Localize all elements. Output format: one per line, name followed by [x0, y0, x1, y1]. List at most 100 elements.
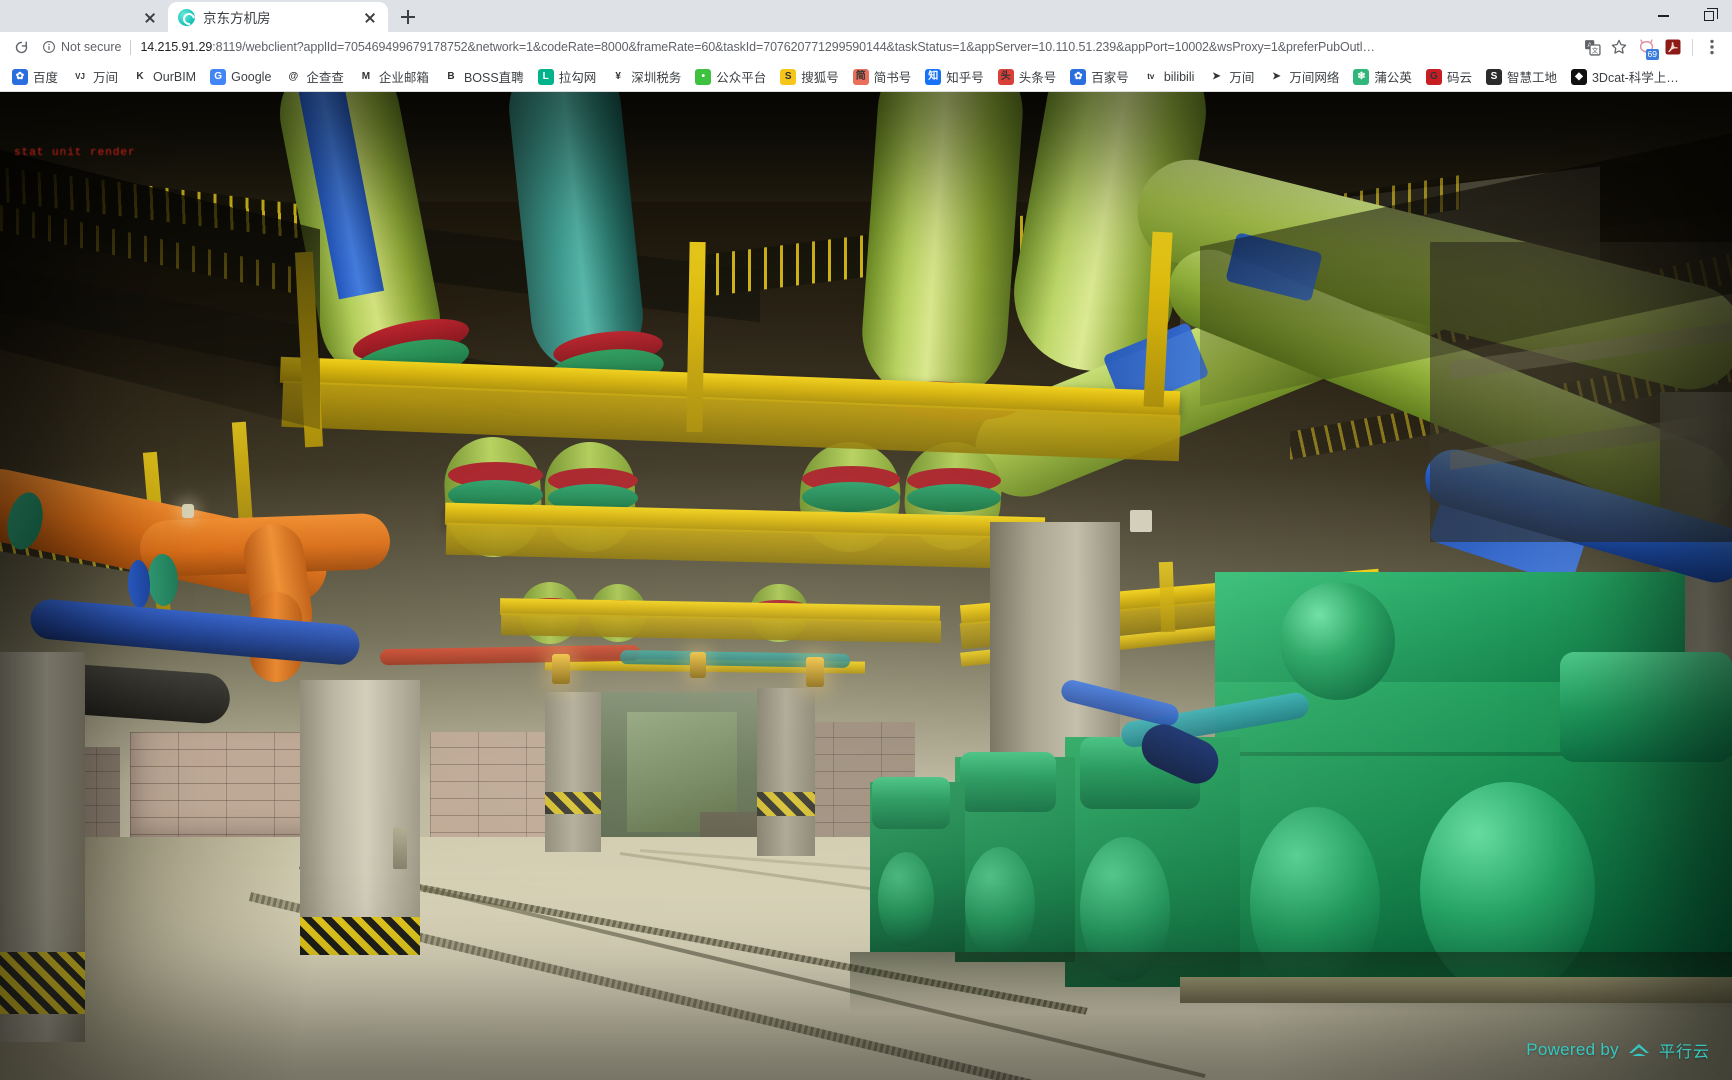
extension-pig-icon[interactable]: 69: [1634, 35, 1659, 60]
bookmark-item[interactable]: ➤ 万间: [1202, 64, 1260, 89]
adobe-acrobat-icon[interactable]: [1661, 35, 1685, 59]
column-hazard-stripe-center-right: [757, 792, 815, 816]
lagou-l-icon: L: [537, 68, 554, 85]
cloud-rendered-3d-scene[interactable]: stat unit render Powered by 平行云: [0, 92, 1732, 1080]
column-outlet-plate-left-mid: [393, 827, 407, 869]
wechat-mp-icon: •: [695, 68, 712, 85]
powered-by-watermark: Powered by 平行云: [1526, 1038, 1710, 1062]
bookmark-label: 万间: [93, 71, 119, 85]
bookmark-item[interactable]: @ 企查查: [279, 64, 350, 89]
bookmark-label: 公众平台: [716, 71, 767, 85]
bookmark-label: 拉勾网: [558, 71, 597, 85]
column-hazard-stripe-left-fg: [0, 952, 85, 1014]
bookmark-item[interactable]: G Google: [204, 66, 277, 88]
bookmark-item[interactable]: L 拉勾网: [532, 64, 603, 89]
gitee-icon: G: [1425, 68, 1442, 85]
bookmark-label: 深圳税务: [631, 71, 682, 85]
wanjian-vj-icon: VJ: [72, 68, 89, 85]
bookmark-label: BOSS直聘: [463, 71, 524, 85]
bilibili-icon: tv: [1142, 68, 1159, 85]
security-status-text: Not secure: [61, 40, 122, 54]
bookmark-item[interactable]: M 企业邮箱: [352, 64, 435, 89]
browser-tab-active[interactable]: 京东方机房: [168, 2, 388, 32]
small-white-equipment-box: [1130, 510, 1152, 532]
sohu-s-icon: S: [780, 68, 797, 85]
url-text: 14.215.91.29:8119/webclient?applId=70546…: [140, 40, 1568, 54]
scene-canvas[interactable]: stat unit render Powered by 平行云: [0, 92, 1732, 1080]
bookmark-item[interactable]: ❄ 蒲公英: [1347, 64, 1418, 89]
more-menu-icon[interactable]: [1700, 35, 1724, 59]
reload-icon: [15, 40, 27, 53]
bookmark-item[interactable]: ➤ 万间网络: [1262, 64, 1345, 89]
browser-tab-inactive[interactable]: at: [0, 2, 168, 32]
close-icon[interactable]: [142, 9, 158, 25]
minimize-button[interactable]: [1640, 0, 1686, 32]
bookmark-label: 百家号: [1091, 71, 1129, 85]
bookmark-label: Google: [231, 69, 272, 84]
new-tab-button[interactable]: [394, 3, 422, 31]
bookmark-label: 智慧工地: [1506, 71, 1557, 85]
shenzhen-tax-icon: ¥: [610, 68, 627, 85]
bookmark-label: 码云: [1446, 71, 1472, 85]
bookmark-item[interactable]: tv bilibili: [1137, 66, 1201, 88]
column-hazard-stripe-center: [545, 792, 601, 814]
teal-collar-drop-c: [802, 482, 900, 512]
watermark-brand-text: 平行云: [1658, 1044, 1710, 1061]
browser-toolbar: Not secure 14.215.91.29:8119/webclient?a…: [0, 32, 1732, 62]
google-icon: G: [210, 68, 227, 85]
green-chiller-front-dome-upper: [1280, 582, 1395, 700]
tab-strip: at 京东方机房: [0, 0, 1732, 32]
browser-window: at 京东方机房 Not secure: [0, 0, 1732, 1080]
wall-light-fixture-1: [552, 654, 570, 684]
bookmark-item[interactable]: S 搜狐号: [774, 64, 845, 89]
teal-collar-drop-d: [907, 484, 1001, 512]
bookmark-label: bilibili: [1163, 69, 1195, 84]
bookmark-item[interactable]: B BOSS直聘: [437, 64, 530, 89]
bookmark-item[interactable]: ¥ 深圳税务: [604, 64, 687, 89]
reload-button[interactable]: [8, 34, 34, 60]
bookmark-label: 百度: [33, 71, 59, 85]
window-controls: [1640, 0, 1732, 32]
jianshu-icon: 简: [852, 68, 869, 85]
baidu-bear-icon: ✿: [12, 68, 28, 85]
bookmark-label: 万间网络: [1289, 71, 1340, 85]
bookmark-label: 简书号: [873, 71, 912, 85]
bookmark-item[interactable]: ◆ 3Dcat-科学上…: [1565, 64, 1685, 89]
tab-title: at: [0, 10, 134, 25]
bookmark-item[interactable]: VJ 万间: [66, 64, 124, 89]
url-path: :8119/webclient?applId=70546949967917875…: [212, 40, 1375, 54]
divider: [130, 39, 132, 55]
concrete-column-center: [545, 692, 601, 852]
teal-swirl-favicon-icon: [178, 8, 195, 26]
bookmarks-bar: ✿ 百度 VJ 万间 K OurBIM G Google @ 企查查 M 企业邮箱 B BOSS直聘 L 拉勾…: [0, 62, 1732, 92]
close-icon[interactable]: [362, 9, 378, 25]
address-bar[interactable]: Not secure 14.215.91.29:8119/webclient?a…: [38, 35, 1572, 59]
bookmark-label: 搜狐号: [801, 71, 839, 85]
bookmark-item[interactable]: ✿ 百度: [6, 64, 64, 89]
bookmark-item[interactable]: G 码云: [1420, 64, 1478, 89]
machine-base-plinth: [1180, 977, 1732, 1003]
bookmark-item[interactable]: K OurBIM: [126, 66, 202, 88]
translate-icon[interactable]: A 文: [1580, 35, 1604, 59]
bookmark-label: 3Dcat-科学上…: [1591, 71, 1679, 85]
maximize-button[interactable]: [1686, 0, 1732, 32]
bookmark-item[interactable]: ✿ 百家号: [1064, 64, 1135, 89]
bookmark-item[interactable]: S 智慧工地: [1480, 64, 1563, 89]
green-chiller-third-dome: [965, 847, 1035, 962]
qichacha-icon: @: [285, 68, 302, 85]
pgyer-icon: ❄: [1353, 68, 1370, 85]
green-chiller-front-cylinder: [1560, 652, 1732, 762]
wall-light-fixture-2: [690, 652, 706, 678]
bookmark-item[interactable]: 头头条号: [992, 64, 1063, 89]
bookmark-label: 知乎号: [946, 71, 984, 85]
bookmark-item[interactable]: 简简书号: [847, 64, 918, 89]
bookmark-item[interactable]: 知知乎号: [919, 64, 990, 89]
wanjian-net-icon: ➤: [1268, 68, 1285, 85]
bookmark-item[interactable]: • 公众平台: [689, 64, 772, 89]
wanjian-arrow-icon: ➤: [1208, 68, 1225, 85]
bookmark-star-icon[interactable]: [1607, 35, 1631, 59]
svg-text:文: 文: [1591, 45, 1598, 54]
toutiao-icon: 头: [997, 68, 1014, 85]
render-debug-overlay: stat unit render: [14, 147, 136, 159]
ceiling-spotlight: [182, 504, 194, 518]
